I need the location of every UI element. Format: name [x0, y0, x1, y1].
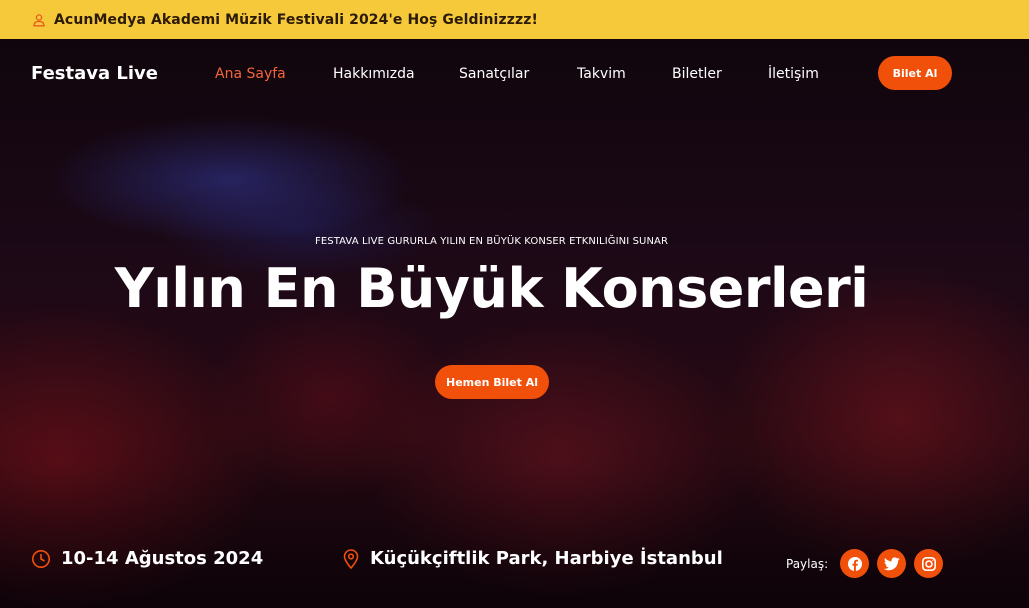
nav-link-takvim[interactable]: Takvim	[577, 66, 626, 82]
nav-link-sanatcilar[interactable]: Sanatçılar	[459, 66, 529, 82]
nav-link-biletler[interactable]: Biletler	[672, 66, 722, 82]
user-icon	[32, 13, 46, 27]
buy-ticket-button[interactable]: Bilet Al	[878, 56, 952, 90]
announcement-bar: AcunMedya Akademi Müzik Festivali 2024'e…	[0, 0, 1029, 39]
hero-title: Yılın En Büyük Konserleri	[114, 257, 869, 320]
event-location-text: Küçükçiftlik Park, Harbiye İstanbul	[370, 548, 723, 569]
event-date-text: 10-14 Ağustos 2024	[61, 548, 264, 569]
hero-section: Festava Live Ana Sayfa Hakkımızda Sanatç…	[0, 39, 1029, 608]
nav-link-ana-sayfa[interactable]: Ana Sayfa	[215, 66, 286, 82]
hero-overlay	[0, 39, 1029, 608]
hero-buy-ticket-button[interactable]: Hemen Bilet Al	[435, 365, 549, 399]
map-pin-icon	[342, 548, 360, 569]
nav-link-hakkimizda[interactable]: Hakkımızda	[333, 66, 415, 82]
facebook-icon[interactable]	[840, 549, 869, 578]
twitter-icon[interactable]	[877, 549, 906, 578]
share-label: Paylaş:	[786, 557, 829, 571]
nav-link-iletisim[interactable]: İletişim	[768, 66, 819, 82]
hero-tagline: FESTAVA LIVE GURURLA YILIN EN BÜYÜK KONS…	[314, 236, 669, 247]
clock-icon	[31, 549, 51, 569]
event-date: 10-14 Ağustos 2024	[31, 548, 263, 569]
event-location: Küçükçiftlik Park, Harbiye İstanbul	[342, 548, 723, 569]
navbar: Festava Live Ana Sayfa Hakkımızda Sanatç…	[0, 39, 1029, 109]
instagram-icon[interactable]	[914, 549, 943, 578]
brand-logo[interactable]: Festava Live	[31, 63, 158, 84]
announcement-text: AcunMedya Akademi Müzik Festivali 2024'e…	[54, 11, 538, 28]
